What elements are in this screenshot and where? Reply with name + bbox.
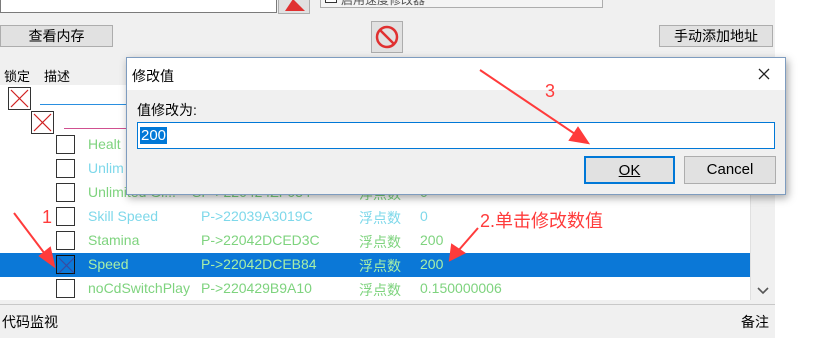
annotation-3: 3 <box>545 81 556 101</box>
annotation-arrows <box>13 69 591 269</box>
annotation-1: 1 <box>42 207 53 227</box>
arrow-3 <box>479 69 591 145</box>
annotation-2: 2.单击修改数值 <box>480 211 604 231</box>
arrow-2 <box>448 227 479 262</box>
